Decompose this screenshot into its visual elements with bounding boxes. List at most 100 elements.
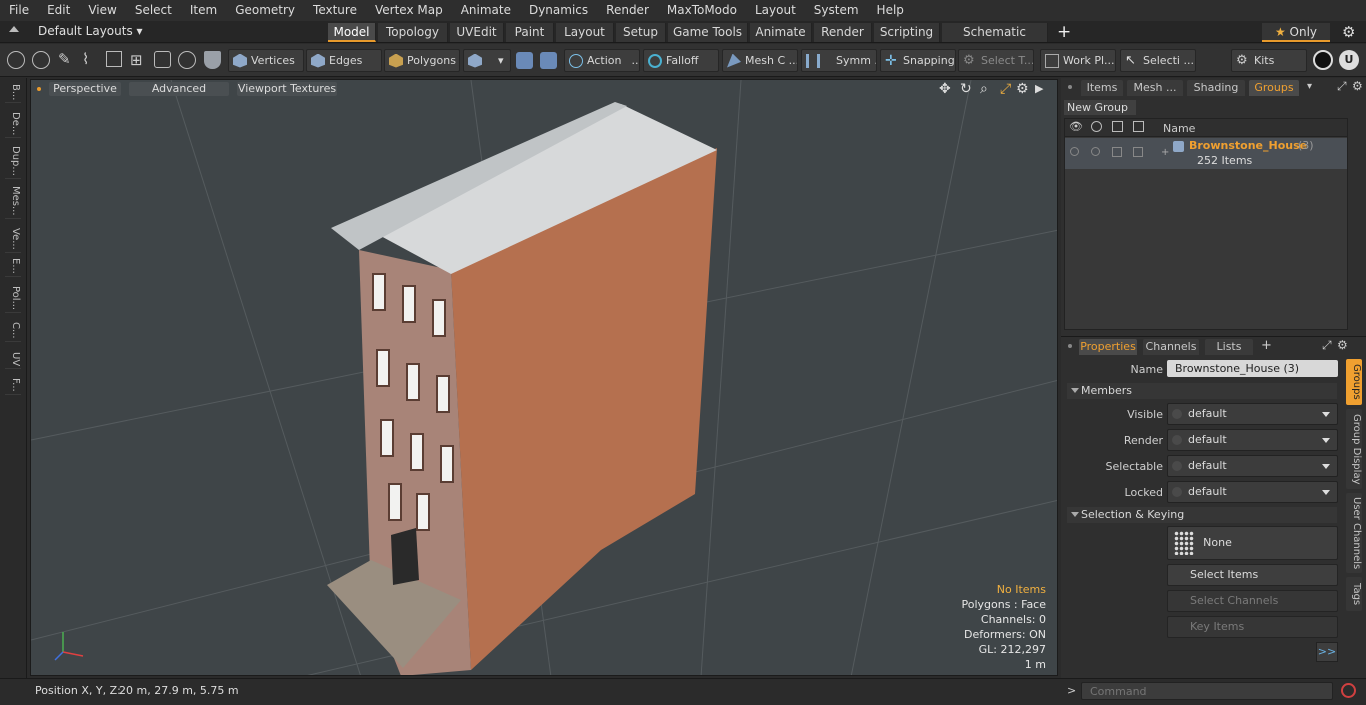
left-tab-edge[interactable]: E... — [5, 256, 21, 277]
snapping-button[interactable]: ✛ Snapping — [880, 49, 956, 72]
members-section[interactable]: Members — [1067, 383, 1337, 399]
row-render-icon[interactable] — [1091, 147, 1100, 156]
tab-items[interactable]: Items — [1081, 80, 1123, 96]
polygons-button[interactable]: Polygons — [384, 49, 460, 72]
snap-grid-icon[interactable]: ⊞ — [130, 51, 143, 69]
menu-geometry[interactable]: Geometry — [226, 0, 304, 21]
only-toggle[interactable]: ★ Only — [1262, 23, 1330, 42]
add-tab-icon[interactable]: + — [1057, 22, 1071, 42]
mesh-constraint-button[interactable]: Mesh C ... — [722, 49, 798, 72]
left-tab-curve[interactable]: C... — [5, 320, 21, 342]
settings-gear-icon[interactable]: ⚙ — [1342, 23, 1355, 41]
shading-mode-button[interactable]: Advanced — [129, 82, 229, 96]
menu-system[interactable]: System — [805, 0, 868, 21]
menu-file[interactable]: File — [0, 0, 38, 21]
tab-render[interactable]: Render — [814, 23, 872, 42]
collapse-icon[interactable] — [9, 26, 19, 32]
work-plane-button[interactable]: Work Pl... — [1040, 49, 1116, 72]
record-icon[interactable] — [1341, 683, 1356, 698]
menu-dynamics[interactable]: Dynamics — [520, 0, 597, 21]
timer-icon[interactable] — [178, 51, 196, 69]
add-props-tab-icon[interactable]: + — [1261, 338, 1272, 353]
side-tab-user-channels[interactable]: User Channels — [1346, 493, 1362, 573]
select-items-button[interactable]: Select Items — [1167, 564, 1338, 586]
falloff-button[interactable]: Falloff — [643, 49, 719, 72]
left-tab-deform[interactable]: De... — [5, 110, 21, 139]
unity-icon[interactable] — [1313, 50, 1333, 70]
tab-mesh[interactable]: Mesh ... — [1127, 80, 1183, 96]
selectable-dropdown[interactable]: default — [1167, 455, 1338, 477]
left-tab-mesh-edit[interactable]: Mes... — [5, 184, 21, 219]
menu-view[interactable]: View — [79, 0, 125, 21]
tab-groups[interactable]: Groups — [1249, 80, 1299, 96]
pen-icon[interactable]: ✎ — [58, 50, 71, 68]
tab-game-tools[interactable]: Game Tools — [668, 23, 748, 42]
panel-expand-icon[interactable]: ⤢ — [1337, 79, 1347, 94]
row-eye-icon[interactable] — [1070, 147, 1079, 156]
left-tab-duplicate[interactable]: Dup... — [5, 144, 21, 179]
group-row[interactable]: + Brownstone_House (3) 252 Items — [1065, 138, 1347, 169]
unreal-icon[interactable]: U — [1339, 50, 1359, 70]
selection-sets-button[interactable]: ↖ Selecti ... — [1120, 49, 1196, 72]
maximize-icon[interactable]: ⤢ — [1000, 81, 1011, 97]
menu-maxtomodo[interactable]: MaxToModo — [658, 0, 746, 21]
left-tab-vertex[interactable]: Ve... — [5, 226, 21, 253]
tab-setup[interactable]: Setup — [616, 23, 666, 42]
texture-icon[interactable] — [540, 52, 557, 69]
tab-model[interactable]: Model — [328, 23, 376, 42]
side-tab-tags[interactable]: Tags — [1346, 577, 1362, 611]
globe-icon[interactable] — [32, 51, 50, 69]
left-tab-uv[interactable]: UV — [5, 350, 21, 370]
symmetry-button[interactable]: Symm ... — [801, 49, 877, 72]
box-select-icon[interactable] — [154, 51, 171, 68]
tab-scripting[interactable]: Scripting — [874, 23, 940, 42]
menu-render[interactable]: Render — [597, 0, 658, 21]
menu-help[interactable]: Help — [868, 0, 913, 21]
props-gear-icon[interactable]: ⚙ — [1337, 338, 1348, 352]
locked-dropdown[interactable]: default — [1167, 481, 1338, 503]
action-center-button[interactable]: Action... — [564, 49, 640, 72]
left-tab-polygon[interactable]: Pol... — [5, 284, 21, 314]
tab-animate[interactable]: Animate — [750, 23, 812, 42]
props-expand-icon[interactable]: ⤢ — [1322, 338, 1332, 353]
view-type-button[interactable]: Perspective — [49, 82, 121, 96]
panel-gear-icon[interactable]: ⚙ — [1352, 79, 1363, 93]
edges-button[interactable]: Edges — [306, 49, 382, 72]
new-group-button[interactable]: New Group — [1064, 100, 1136, 115]
shield-icon[interactable] — [204, 51, 221, 69]
menu-select[interactable]: Select — [126, 0, 181, 21]
menu-item[interactable]: Item — [181, 0, 226, 21]
pan-icon[interactable]: ✥ — [939, 81, 951, 97]
menu-texture[interactable]: Texture — [304, 0, 366, 21]
tab-schematic-fusion[interactable]: Schematic Fusion — [942, 23, 1048, 58]
rotate-icon[interactable]: ↻ — [960, 81, 972, 97]
render-dropdown[interactable]: default — [1167, 429, 1338, 451]
menu-animate[interactable]: Animate — [452, 0, 520, 21]
side-tab-groups[interactable]: Groups — [1346, 359, 1362, 405]
viewport-menu-arrow-icon[interactable]: ▶ — [1035, 82, 1043, 95]
layouts-dropdown[interactable]: Default Layouts ▾ — [38, 24, 143, 38]
menu-layout[interactable]: Layout — [746, 0, 805, 21]
tabs-dropdown-icon[interactable]: ▾ — [1307, 81, 1312, 92]
3d-viewport[interactable]: Perspective Advanced Viewport Textures ✥… — [30, 79, 1058, 676]
vertices-button[interactable]: Vertices — [228, 49, 304, 72]
item-mode-button[interactable]: ▾ — [463, 49, 511, 72]
visible-dropdown[interactable]: default — [1167, 403, 1338, 425]
left-tab-basic[interactable]: B... — [5, 82, 21, 104]
row-lock-checkbox[interactable] — [1112, 147, 1122, 157]
expand-plus-icon[interactable]: + — [1161, 147, 1169, 158]
select-channels-button[interactable]: Select Channels — [1167, 590, 1338, 612]
menu-vertex-map[interactable]: Vertex Map — [366, 0, 452, 21]
selection-keying-section[interactable]: Selection & Keying — [1067, 507, 1337, 523]
kits-button[interactable]: ⚙ Kits — [1231, 49, 1307, 72]
viewport-settings-icon[interactable]: ⚙ — [1016, 81, 1029, 97]
brush-icon[interactable]: ⌇ — [82, 50, 89, 68]
viewport-textures-button[interactable]: Viewport Textures — [237, 82, 337, 96]
tab-uvedit[interactable]: UVEdit — [450, 23, 504, 42]
group-name-field[interactable]: Brownstone_House (3) — [1167, 360, 1338, 377]
tab-properties[interactable]: Properties — [1079, 339, 1137, 355]
align-icon[interactable] — [106, 51, 122, 67]
row-select-checkbox[interactable] — [1133, 147, 1143, 157]
tab-layout[interactable]: Layout — [556, 23, 614, 42]
tab-shading[interactable]: Shading — [1187, 80, 1245, 96]
